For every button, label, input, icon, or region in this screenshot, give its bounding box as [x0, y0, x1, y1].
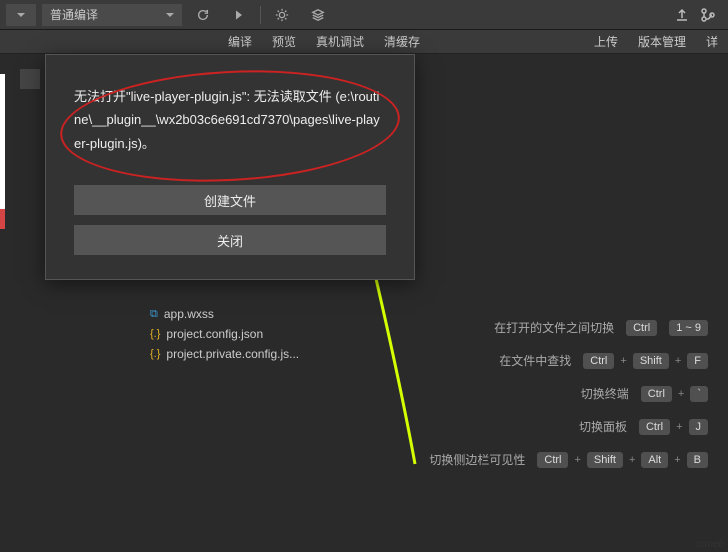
shortcut-label: 在打开的文件之间切换 — [494, 319, 614, 336]
sub-toolbar: 编译 预览 真机调试 清缓存 上传 版本管理 详 — [0, 30, 728, 54]
play-button[interactable] — [224, 4, 254, 26]
chevron-down-icon — [17, 13, 25, 17]
keyboard-key: Ctrl — [537, 452, 568, 468]
keyboard-key: Ctrl — [641, 386, 672, 402]
key-separator: + — [629, 454, 635, 466]
file-name: project.config.json — [166, 327, 263, 341]
shortcut-label: 切换侧边栏可见性 — [429, 451, 525, 468]
keyboard-key: ` — [690, 386, 708, 402]
compile-tab[interactable]: 编译 — [228, 33, 252, 50]
key-separator: + — [674, 454, 680, 466]
shortcut-keys: Ctrl + Shift + Alt + B — [537, 452, 708, 468]
shortcut-keys: Ctrl + Shift + F — [583, 353, 708, 369]
upload-label[interactable]: 上传 — [594, 33, 618, 50]
file-item[interactable]: {.} project.private.config.js... — [150, 344, 299, 364]
keyboard-key: J — [689, 419, 709, 435]
main-area: 无法打开"live-player-plugin.js": 无法读取文件 (e:\… — [0, 54, 728, 552]
shortcut-row: 在文件中查找 Ctrl + Shift + F — [499, 352, 708, 369]
version-manage-button[interactable] — [700, 7, 716, 23]
upload-button[interactable] — [674, 7, 690, 23]
file-name: app.wxss — [164, 307, 214, 321]
key-separator: + — [675, 355, 681, 367]
keyboard-key: Ctrl — [626, 320, 657, 336]
key-separator: + — [676, 421, 682, 433]
remote-debug-tab[interactable]: 真机调试 — [316, 33, 364, 50]
keyboard-key: Ctrl — [583, 353, 614, 369]
keyboard-key: 1 ~ 9 — [669, 320, 708, 336]
tab-placeholder — [20, 69, 40, 89]
dialog-message: 无法打开"live-player-plugin.js": 无法读取文件 (e:\… — [74, 85, 386, 155]
shortcut-label: 切换面板 — [579, 418, 627, 435]
refresh-button[interactable] — [188, 4, 218, 26]
divider — [260, 6, 261, 24]
toolbar-dropdown-button[interactable] — [6, 4, 36, 26]
clear-cache-tab[interactable]: 清缓存 — [384, 33, 420, 50]
shortcuts-panel: 在打开的文件之间切换 Ctrl 1 ~ 9 在文件中查找 Ctrl + Shift + F 切换终… — [429, 319, 708, 468]
file-name: project.private.config.js... — [166, 347, 299, 361]
preview-tab[interactable]: 预览 — [272, 33, 296, 50]
compile-mode-label: 普通编译 — [50, 6, 98, 23]
watermark: crmeb — [696, 539, 724, 550]
file-item[interactable]: ⧉ app.wxss — [150, 304, 299, 324]
shortcut-keys: Ctrl + J — [639, 419, 708, 435]
close-button[interactable]: 关闭 — [74, 225, 386, 255]
json-file-icon: {.} — [150, 328, 160, 340]
details-label[interactable]: 详 — [706, 33, 718, 50]
shortcut-keys: Ctrl 1 ~ 9 — [626, 320, 708, 336]
shortcut-label: 在文件中查找 — [499, 352, 571, 369]
keyboard-key: Shift — [587, 452, 623, 468]
json-file-icon: {.} — [150, 348, 160, 360]
left-edge-marker — [0, 74, 5, 214]
error-dialog: 无法打开"live-player-plugin.js": 无法读取文件 (e:\… — [45, 54, 415, 280]
keyboard-key: Shift — [633, 353, 669, 369]
file-item[interactable]: {.} project.config.json — [150, 324, 299, 344]
top-toolbar: 普通编译 — [0, 0, 728, 30]
wxss-file-icon: ⧉ — [150, 308, 158, 321]
key-separator: + — [620, 355, 626, 367]
file-tree: ⧉ app.wxss {.} project.config.json {.} projec… — [150, 304, 299, 364]
shortcut-keys: Ctrl + ` — [641, 386, 708, 402]
keyboard-key: Ctrl — [639, 419, 670, 435]
shortcut-row: 切换面板 Ctrl + J — [579, 418, 708, 435]
shortcut-row: 切换侧边栏可见性 Ctrl + Shift + Alt + B — [429, 451, 708, 468]
key-separator: + — [678, 388, 684, 400]
left-edge-error-marker — [0, 209, 5, 229]
debug-icon-button[interactable] — [267, 4, 297, 26]
keyboard-key: Alt — [641, 452, 668, 468]
keyboard-key: F — [687, 353, 708, 369]
shortcut-label: 切换终端 — [581, 385, 629, 402]
shortcut-row: 切换终端 Ctrl + ` — [581, 385, 708, 402]
version-manage-label[interactable]: 版本管理 — [638, 33, 686, 50]
shortcut-row: 在打开的文件之间切换 Ctrl 1 ~ 9 — [494, 319, 708, 336]
chevron-down-icon — [166, 13, 174, 17]
key-separator: + — [574, 454, 580, 466]
create-file-button[interactable]: 创建文件 — [74, 185, 386, 215]
layers-button[interactable] — [303, 4, 333, 26]
keyboard-key: B — [687, 452, 708, 468]
compile-mode-dropdown[interactable]: 普通编译 — [42, 4, 182, 26]
